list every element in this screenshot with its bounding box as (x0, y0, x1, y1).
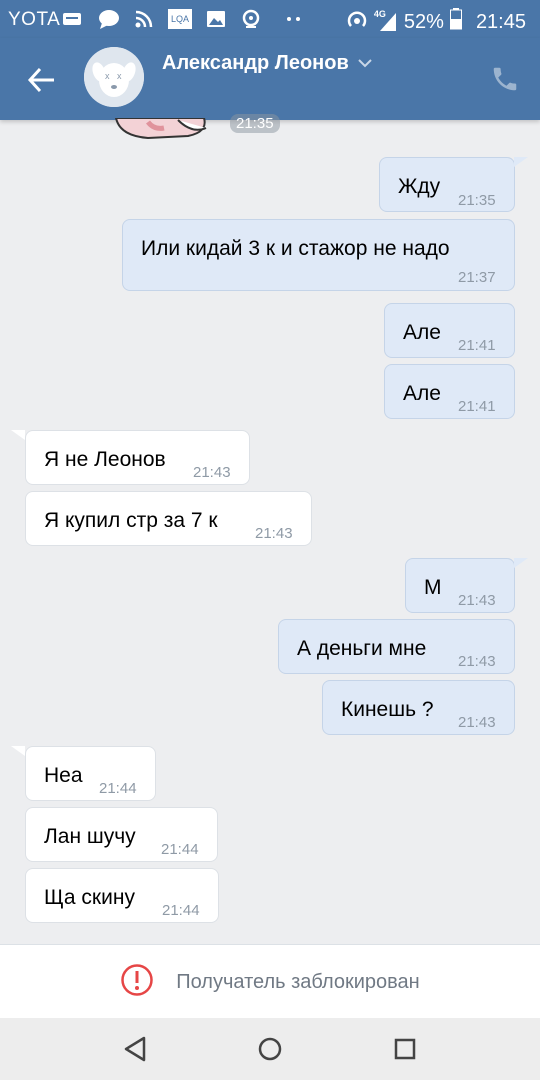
message-text: Але (403, 382, 441, 405)
message-text: Але (403, 321, 441, 344)
message-bubble[interactable]: М 21:43 (405, 558, 515, 613)
message-time: 21:43 (458, 653, 496, 670)
recents-square-icon[interactable] (388, 1032, 422, 1066)
message-time: 21:41 (458, 337, 496, 354)
recipient-blocked-bar: Получатель заблокирован (0, 944, 540, 1019)
chevron-down-icon (357, 55, 373, 73)
app-icon: LQA (167, 8, 193, 30)
message-time: 21:43 (255, 525, 293, 542)
message-time: 21:43 (193, 464, 231, 481)
message-bubble[interactable]: Неа 21:44 (25, 746, 156, 801)
message-bubble[interactable]: А деньги мне 21:43 (278, 619, 515, 674)
sms-icon (62, 8, 82, 30)
svg-text:x: x (117, 71, 122, 81)
message-bubble[interactable]: Жду 21:35 (379, 157, 515, 212)
message-bubble[interactable]: Кинешь ? 21:43 (322, 680, 515, 735)
rss-icon (134, 8, 154, 30)
message-bubble[interactable]: Я не Леонов 21:43 (25, 430, 250, 485)
hotspot-icon (346, 8, 368, 36)
message-text: Кинешь ? (341, 698, 434, 721)
message-bubble[interactable]: Але 21:41 (384, 364, 515, 419)
avatar[interactable]: x x (84, 47, 144, 107)
message-text: Я не Леонов (44, 448, 166, 471)
message-text: Ща скину (44, 886, 135, 909)
message-text: Или кидай 3 к и стажор не надо (141, 237, 450, 260)
status-bar: YOTA LQA 4G 52% 21:45 (0, 0, 540, 38)
blocked-text: Получатель заблокирован (176, 970, 420, 993)
sticker-image[interactable] (108, 118, 248, 144)
arrow-left-icon[interactable] (22, 60, 62, 100)
message-bubble[interactable]: Я купил стр за 7 к 21:43 (25, 491, 312, 546)
battery-percent: 52% (403, 10, 444, 33)
message-time: 21:41 (458, 398, 496, 415)
message-time: 21:43 (458, 592, 496, 609)
message-text: Я купил стр за 7 к (44, 509, 218, 532)
chat-icon (98, 8, 120, 30)
message-text: А деньги мне (297, 637, 427, 660)
sticker-time: 21:35 (230, 114, 280, 133)
contact-title[interactable]: Александр Леонов (162, 52, 373, 75)
message-time: 21:44 (99, 780, 137, 797)
back-triangle-icon[interactable] (118, 1032, 152, 1066)
clock: 21:45 (475, 10, 526, 33)
image-icon (205, 8, 227, 30)
message-bubble[interactable]: Или кидай 3 к и стажор не надо 21:37 (122, 219, 515, 291)
message-bubble[interactable]: Ща скину 21:44 (25, 868, 219, 923)
message-bubble[interactable]: Лан шучу 21:44 (25, 807, 218, 862)
message-time: 21:43 (458, 714, 496, 731)
alert-circle-icon (120, 963, 154, 1002)
message-text: М (424, 576, 442, 599)
chat-header: x x Александр Леонов (0, 38, 540, 120)
bubble-tail (514, 558, 528, 568)
message-time: 21:44 (161, 841, 199, 858)
message-time: 21:35 (458, 192, 496, 209)
more-icon (286, 8, 302, 30)
message-text: Неа (44, 764, 83, 787)
bubble-tail (11, 746, 25, 756)
phone-icon[interactable] (490, 64, 520, 94)
contact-name: Александр Леонов (162, 52, 349, 74)
message-bubble[interactable]: Але 21:41 (384, 303, 515, 358)
message-time: 21:37 (458, 269, 496, 286)
home-circle-icon[interactable] (253, 1032, 287, 1066)
lastpass-icon (240, 8, 262, 30)
bubble-tail (514, 157, 528, 167)
bubble-tail (11, 430, 25, 440)
svg-text:x: x (105, 71, 110, 81)
carrier-label: YOTA (8, 9, 61, 30)
battery-icon (449, 8, 462, 36)
message-time: 21:44 (162, 902, 200, 919)
system-nav-bar (0, 1018, 540, 1080)
message-text: Лан шучу (44, 825, 136, 848)
message-text: Жду (398, 175, 441, 198)
svg-text:LQA: LQA (171, 14, 189, 24)
signal-icon: 4G (374, 9, 398, 33)
